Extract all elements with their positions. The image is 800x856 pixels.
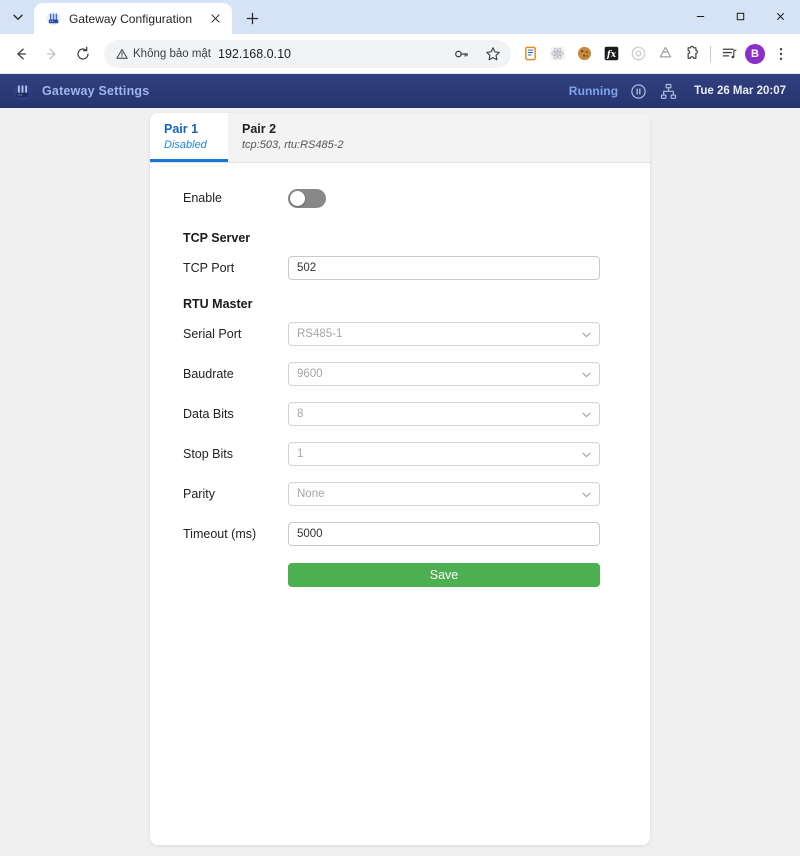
extension-icons: fx [518,42,704,66]
parity-select[interactable]: None [288,482,600,506]
recycle-extension-icon[interactable] [653,42,677,66]
save-row: Save [183,563,600,587]
app-title: Gateway Settings [42,84,150,98]
gateway-favicon [45,11,61,27]
save-spacer [183,563,288,587]
serial-port-select-wrap[interactable]: RS485-1 [288,322,600,346]
stop-bits-label: Stop Bits [183,447,234,461]
tab-close-icon[interactable] [206,10,224,28]
rtu-master-section-title: RTU Master [183,297,253,311]
tcp-server-section-title: TCP Server [183,231,251,245]
stop-bits-row: Stop Bits 1 [183,441,600,467]
toolbar-divider [710,45,711,62]
three-dot-menu-icon[interactable] [769,42,793,66]
reload-icon[interactable] [68,39,98,69]
data-bits-select[interactable]: 8 [288,402,600,426]
timeout-input[interactable]: 5000 [288,522,600,546]
tab-search-chevron-icon[interactable] [4,3,32,31]
reading-list-icon[interactable] [717,42,741,66]
privacy-badger-icon[interactable] [626,42,650,66]
tab-pair-2-sub: tcp:503, rtu:RS485-2 [242,139,344,151]
parity-row: Parity None [183,481,600,507]
key-icon[interactable] [450,42,474,66]
data-bits-row: Data Bits 8 [183,401,600,427]
data-bits-label: Data Bits [183,407,234,421]
serial-port-row: Serial Port RS485-1 [183,321,600,347]
settings-card: Pair 1 Disabled Pair 2 tcp:503, rtu:RS48… [150,113,650,845]
pause-circle-icon[interactable] [628,81,648,101]
puzzle-extensions-icon[interactable] [680,42,704,66]
data-bits-select-wrap[interactable]: 8 [288,402,600,426]
clipboard-extension-icon[interactable] [518,42,542,66]
header-datetime: Tue 26 Mar 20:07 [694,85,786,97]
minimize-icon[interactable] [680,0,720,33]
status-badge: Running [568,84,619,98]
tab-pair-2[interactable]: Pair 2 tcp:503, rtu:RS485-2 [228,113,358,162]
security-label: Không bảo mật [133,47,212,60]
omnibox[interactable]: Không bảo mật 192.168.0.10 [104,39,511,68]
maximize-icon[interactable] [720,0,760,33]
window-close-icon[interactable] [760,0,800,33]
warning-triangle-icon [116,48,128,60]
enable-label: Enable [183,191,222,205]
enable-toggle[interactable] [288,188,326,208]
new-tab-plus-icon[interactable] [238,4,266,32]
tab-pair-1[interactable]: Pair 1 Disabled [150,113,228,162]
tcp-port-row: TCP Port 502 [183,255,600,281]
parity-label: Parity [183,487,215,501]
baudrate-row: Baudrate 9600 [183,361,600,387]
timeout-row: Timeout (ms) 5000 [183,521,600,547]
settings-form: Enable TCP Server TCP Port 502 RTU Maste… [150,163,650,845]
browser-tabstrip: Gateway Configuration [0,0,800,34]
parity-select-wrap[interactable]: None [288,482,600,506]
browser-tab[interactable]: Gateway Configuration [34,3,232,34]
security-indicator[interactable]: Không bảo mật [116,48,211,60]
serial-port-label: Serial Port [183,327,242,341]
star-icon[interactable] [481,42,505,66]
svg-text:fx: fx [605,50,616,60]
back-arrow-icon[interactable] [6,39,36,69]
gateway-logo-icon [12,81,32,101]
react-devtools-icon[interactable] [545,42,569,66]
app-header: Gateway Settings Running Tue 26 Mar 20:0… [0,74,800,108]
browser-tab-title: Gateway Configuration [69,11,193,26]
stop-bits-select-wrap[interactable]: 1 [288,442,600,466]
save-button[interactable]: Save [288,563,600,587]
tab-pair-1-label: Pair 1 [164,122,199,136]
tab-pair-2-label: Pair 2 [242,122,277,136]
baudrate-label: Baudrate [183,367,234,381]
forward-arrow-icon [37,39,67,69]
baudrate-select-wrap[interactable]: 9600 [288,362,600,386]
window-controls [680,0,800,33]
pair-tabs: Pair 1 Disabled Pair 2 tcp:503, rtu:RS48… [150,113,650,163]
tcp-port-input[interactable]: 502 [288,256,600,280]
timeout-label: Timeout (ms) [183,527,257,541]
stop-bits-select[interactable]: 1 [288,442,600,466]
page-viewport: Gateway Settings Running Tue 26 Mar 20:0… [0,74,800,856]
serial-port-select[interactable]: RS485-1 [288,322,600,346]
browser-toolbar: Không bảo mật 192.168.0.10 fx B [0,34,800,74]
cookie-editor-icon[interactable] [572,42,596,66]
toggle-knob [290,190,305,206]
baudrate-select[interactable]: 9600 [288,362,600,386]
browser-window: Gateway Configuration Không bảo mật 192.… [0,0,800,856]
page-body: Pair 1 Disabled Pair 2 tcp:503, rtu:RS48… [0,108,800,856]
tab-pair-1-sub: Disabled [164,139,207,151]
network-hierarchy-icon[interactable] [658,81,678,101]
avatar[interactable]: B [745,43,765,64]
enable-row: Enable [183,185,600,211]
json-formatter-icon[interactable]: fx [599,42,623,66]
tcp-port-label: TCP Port [183,261,235,275]
url-text: 192.168.0.10 [218,46,292,61]
